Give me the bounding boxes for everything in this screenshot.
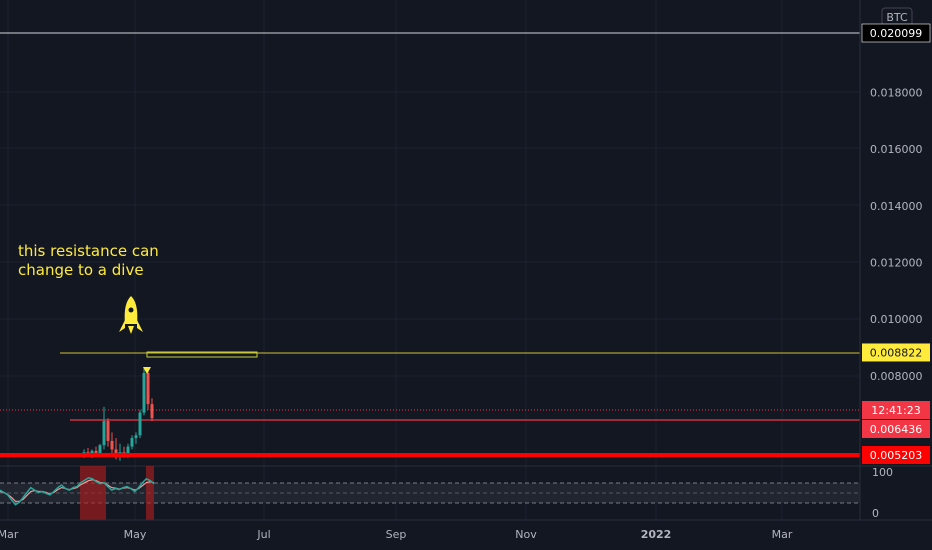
candle-body-12	[130, 438, 134, 447]
x-tick-mar-2: Mar	[772, 528, 793, 541]
candle-body-16	[146, 372, 150, 405]
y-tick-2: 0.014000	[870, 200, 923, 213]
annotation-line-1[interactable]: this resistance can	[18, 242, 159, 260]
support-tag-label[interactable]: 0.005203	[870, 449, 923, 462]
annotation-line-2[interactable]: change to a dive	[18, 261, 144, 279]
x-tick-mar: Mar	[0, 528, 19, 541]
candle-body-13	[134, 435, 138, 439]
candle-body-14	[138, 412, 142, 436]
osc-tick-0: 0	[872, 507, 879, 520]
current-price-tag-label[interactable]: 0.006436	[870, 423, 923, 436]
x-tick-jul: Jul	[256, 528, 270, 541]
x-tick-may: May	[124, 528, 147, 541]
candle-body-15	[142, 372, 146, 413]
y-tick-1: 0.016000	[870, 143, 923, 156]
candle-body-7	[110, 440, 114, 450]
y-tick-5: 0.008000	[870, 370, 923, 383]
oscillator-highlight-1	[80, 466, 106, 520]
y-tick-0: 0.018000	[870, 86, 923, 99]
currency-label: BTC	[886, 11, 908, 24]
x-tick-2022: 2022	[641, 528, 672, 541]
candle-body-6	[106, 421, 110, 441]
oscillator-highlight-2	[146, 466, 154, 520]
countdown-tag-label[interactable]: 12:41:23	[871, 404, 920, 417]
y-tick-3: 0.012000	[870, 256, 923, 269]
candle-body-5	[102, 421, 106, 446]
osc-tick-100: 100	[872, 466, 893, 479]
y-tick-4: 0.010000	[870, 313, 923, 326]
resistance-tag-label[interactable]: 0.008822	[870, 346, 923, 359]
x-tick-sep: Sep	[386, 528, 407, 541]
x-tick-nov: Nov	[515, 528, 537, 541]
candle-body-4	[98, 445, 102, 454]
top-line-tag-label[interactable]: 0.020099	[870, 27, 923, 40]
price-chart[interactable]: this resistance can change to a dive BTC…	[0, 0, 932, 550]
candle-body-17	[150, 404, 154, 419]
